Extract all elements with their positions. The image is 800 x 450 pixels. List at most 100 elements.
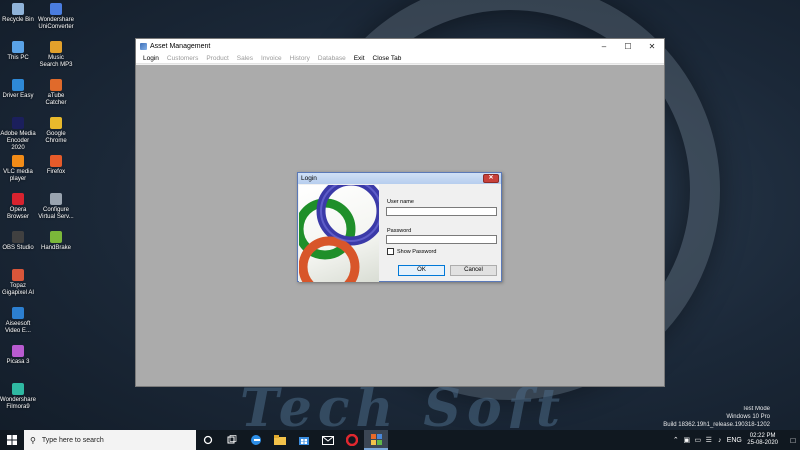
menu-close-tab[interactable]: Close Tab [369,55,406,62]
desktop-icon-label: Topaz Gigapixel AI [1,283,35,296]
desktop-icon-label: VLC media player [3,169,33,182]
menu-customers[interactable]: Customers [163,55,202,62]
desktop-app-icon [12,383,24,395]
desktop-app-icon [50,193,62,205]
desktop-app-icon [50,231,62,243]
desktop-icon-label: Wondershare UniConverter [38,17,74,30]
desktop-icon[interactable]: Wondershare Filmora9 [0,383,36,411]
desktop-icon-label: This PC [7,55,29,61]
desktop-icon[interactable]: HandBrake [38,231,74,252]
taskbar: ⚲ Type here to search ⌃ ▣ ▭ ☰ ♪ ENG 02:2… [0,430,800,450]
desktop-app-icon [50,3,62,15]
clock[interactable]: 02:22 PM 25-08-2020 [747,433,778,447]
desktop-icon-label: Firefox [46,169,66,175]
desktop-icon[interactable]: Adobe Media Encoder 2020 [0,117,36,152]
desktop-app-icon [12,231,24,243]
network-icon[interactable]: ▣ [681,436,692,444]
desktop-app-icon [12,307,24,319]
desktop-icon[interactable]: Music Search MP3 [38,41,74,69]
desktop-app-icon [12,41,24,53]
test-mode-watermark: Test Mode Windows 10 Pro Build 18362.19h… [663,405,770,429]
cortana-icon[interactable] [196,430,220,450]
desktop-app-icon [50,41,62,53]
opera-icon[interactable] [340,430,364,450]
battery-icon[interactable]: ▭ [692,436,703,444]
app-titlebar[interactable]: Asset Management – ☐ ✕ [136,39,664,53]
desktop-icon[interactable]: Wondershare UniConverter [38,3,74,31]
login-title: Login [301,175,317,182]
desktop-icon-label: aTube Catcher [45,93,67,106]
app-title: Asset Management [150,42,211,50]
desktop-app-icon [50,79,62,91]
asset-management-taskbar-icon[interactable] [364,430,388,450]
login-artwork [294,176,386,298]
desktop-icon-label: Configure Virtual Serv... [38,207,74,220]
task-view-icon[interactable] [220,430,244,450]
username-label: User name [387,199,414,205]
mail-icon[interactable] [316,430,340,450]
menu-bar: Login Customers Product Sales Invoice Hi… [136,53,664,64]
close-icon[interactable]: ✕ [640,39,664,53]
language-indicator[interactable]: ENG [725,437,743,444]
desktop-icon-label: OBS Studio [2,245,34,251]
store-icon[interactable] [292,430,316,450]
desktop-icon-label: HandBrake [40,245,72,251]
wifi-icon[interactable]: ☰ [703,436,714,444]
menu-product[interactable]: Product [202,55,232,62]
desktop-icon-label: Aiseesoft Video E... [5,321,31,334]
desktop-icon[interactable]: Topaz Gigapixel AI [0,269,36,297]
file-explorer-icon[interactable] [268,430,292,450]
desktop-icon[interactable]: Firefox [38,155,74,176]
desktop-icon-label: Opera Browser [6,207,29,220]
edge-browser-icon[interactable] [244,430,268,450]
desktop-icon[interactable]: aTube Catcher [38,79,74,107]
desktop-app-icon [50,155,62,167]
desktop-icon[interactable]: Driver Easy [0,79,36,100]
desktop-icon[interactable]: Recycle Bin [0,3,36,24]
desktop-icon-label: Adobe Media Encoder 2020 [0,131,36,151]
desktop-icon[interactable]: OBS Studio [0,231,36,252]
menu-login[interactable]: Login [139,55,163,62]
desktop-icon[interactable]: Opera Browser [0,193,36,221]
desktop-icon[interactable]: Configure Virtual Serv... [38,193,74,221]
login-titlebar[interactable]: Login ✕ [298,173,501,184]
desktop-icon-label: Google Chrome [45,131,67,144]
clock-time: 02:22 PM [749,433,776,439]
search-icon: ⚲ [30,435,36,445]
desktop-icon[interactable]: Aiseesoft Video E... [0,307,36,335]
desktop-app-icon [12,117,24,129]
rings-logo-icon [294,176,386,298]
notification-icon[interactable]: □ [786,436,800,445]
desktop-icon[interactable]: Picasa 3 [0,345,36,366]
show-password-checkbox[interactable] [387,248,394,255]
desktop-icon[interactable]: VLC media player [0,155,36,183]
username-input[interactable] [386,207,497,216]
desktop-icon[interactable]: Google Chrome [38,117,74,145]
desktop-icon[interactable]: This PC [0,41,36,62]
cancel-button[interactable]: Cancel [450,265,497,276]
desktop-app-icon [12,269,24,281]
password-label: Password [387,228,412,234]
login-dialog: Login ✕ User name Password Show Password… [294,172,502,298]
taskbar-search[interactable]: ⚲ Type here to search [24,430,196,450]
desktop-icon-label: Picasa 3 [6,359,30,365]
desktop-app-icon [50,117,62,129]
volume-icon[interactable]: ♪ [714,437,725,444]
menu-database[interactable]: Database [314,55,350,62]
desktop-app-icon [12,193,24,205]
ok-button[interactable]: OK [398,265,445,276]
start-button[interactable] [0,430,24,450]
clock-date: 25-08-2020 [747,440,778,446]
password-input[interactable] [386,235,497,244]
menu-exit[interactable]: Exit [350,55,369,62]
desktop-app-icon [12,345,24,357]
desktop-app-icon [12,3,24,15]
chevron-up-icon[interactable]: ⌃ [670,436,681,444]
menu-invoice[interactable]: Invoice [257,55,286,62]
show-password-label: Show Password [397,249,437,255]
close-icon[interactable]: ✕ [483,174,499,183]
maximize-icon[interactable]: ☐ [616,39,640,53]
minimize-icon[interactable]: – [592,39,616,53]
menu-sales[interactable]: Sales [233,55,257,62]
menu-history[interactable]: History [286,55,314,62]
